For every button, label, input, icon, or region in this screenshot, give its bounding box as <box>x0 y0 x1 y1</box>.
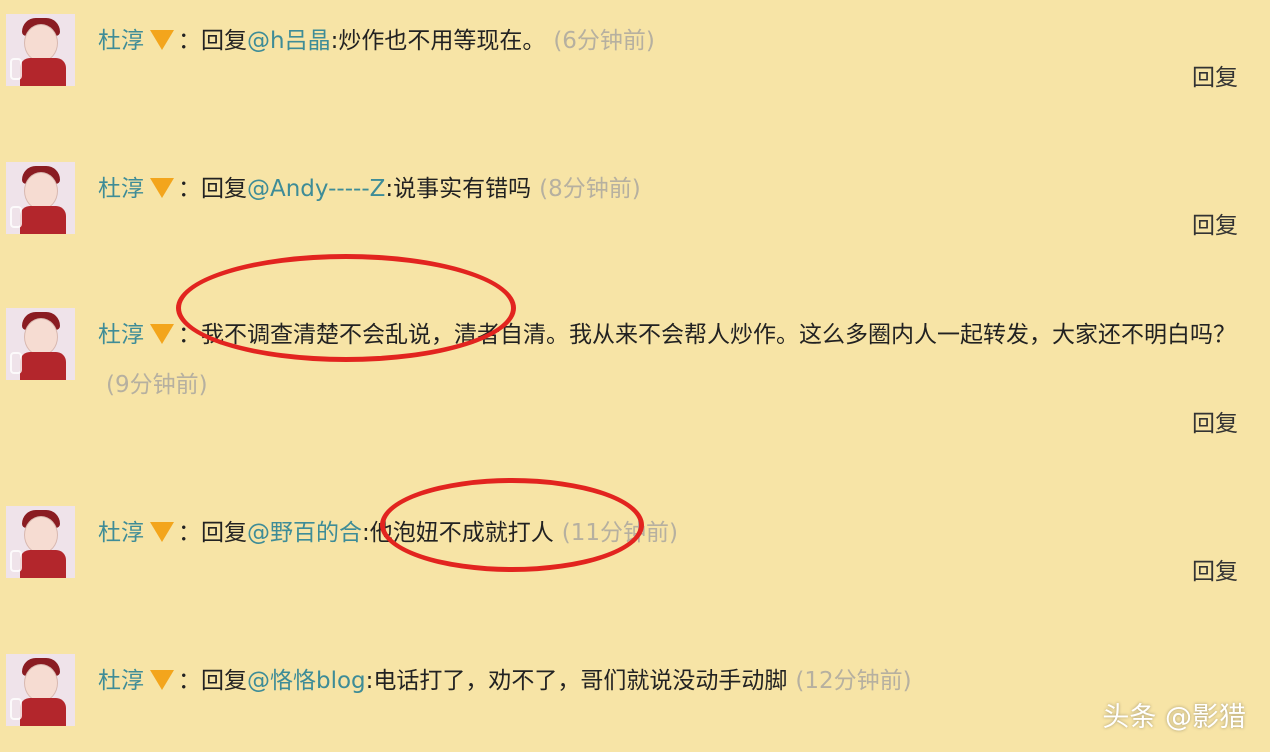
timestamp: (8分钟前) <box>539 176 641 202</box>
verified-v-icon <box>150 670 174 690</box>
mention-link[interactable]: @h吕晶 <box>247 28 331 54</box>
comment-body: 说事实有错吗 <box>393 176 532 202</box>
reply-prefix: 回复 <box>201 176 247 202</box>
verified-v-icon <box>150 178 174 198</box>
timestamp: (6分钟前) <box>553 28 655 54</box>
verified-v-icon <box>150 324 174 344</box>
timestamp: (9分钟前) <box>106 372 208 398</box>
avatar[interactable] <box>6 506 75 578</box>
colon: ： <box>178 322 201 348</box>
mention-link[interactable]: @野百的合 <box>247 520 362 546</box>
username-link[interactable]: 杜淳 <box>98 176 144 202</box>
avatar[interactable] <box>6 308 75 380</box>
reply-button[interactable]: 回复 <box>1192 58 1238 92</box>
avatar[interactable] <box>6 162 75 234</box>
reply-button[interactable]: 回复 <box>1192 206 1238 240</box>
comment-text-line: 杜淳 ：回复@Andy-----Z:说事实有错吗 (8分钟前) <box>98 164 1238 214</box>
timestamp: (11分钟前) <box>561 520 678 546</box>
avatar[interactable] <box>6 654 75 726</box>
comment-text-line: 杜淳 ：我不调查清楚不会乱说，清者自清。我从来不会帮人炒作。这么多圈内人一起转发，… <box>98 310 1238 410</box>
comment-body: 他泡妞不成就打人 <box>369 520 554 546</box>
comment-text-line: 杜淳 ：回复@h吕晶:炒作也不用等现在。 (6分钟前) <box>98 16 1238 66</box>
mention-link[interactable]: @Andy-----Z <box>247 176 385 202</box>
colon: ： <box>178 28 201 54</box>
reply-button[interactable]: 回复 <box>1192 552 1238 586</box>
comment-text-line: 杜淳 ：回复@野百的合:他泡妞不成就打人 (11分钟前) <box>98 508 1238 558</box>
username-link[interactable]: 杜淳 <box>98 520 144 546</box>
comment-text-line: 杜淳 ：回复@恪恪blog:电话打了，劝不了，哥们就说没动手动脚 (12分钟前) <box>98 656 1238 706</box>
username-link[interactable]: 杜淳 <box>98 668 144 694</box>
reply-prefix: 回复 <box>201 520 247 546</box>
colon: ： <box>178 668 201 694</box>
reply-button[interactable]: 回复 <box>1192 404 1238 438</box>
username-link[interactable]: 杜淳 <box>98 322 144 348</box>
verified-v-icon <box>150 522 174 542</box>
watermark: 头条 @影猎 <box>1102 702 1246 733</box>
reply-prefix: 回复 <box>201 28 247 54</box>
separator: : <box>362 520 370 546</box>
verified-v-icon <box>150 30 174 50</box>
avatar[interactable] <box>6 14 75 86</box>
reply-prefix: 回复 <box>201 668 247 694</box>
separator: : <box>385 176 394 202</box>
colon: ： <box>178 176 201 202</box>
colon: ： <box>178 520 201 546</box>
comment-body: 炒作也不用等现在。 <box>338 28 546 54</box>
timestamp: (12分钟前) <box>795 668 912 694</box>
mention-link[interactable]: @恪恪blog <box>247 668 366 694</box>
username-link[interactable]: 杜淳 <box>98 28 144 54</box>
comment-body: 电话打了，劝不了，哥们就说没动手动脚 <box>373 668 788 694</box>
comment-body: 我不调查清楚不会乱说，清者自清。我从来不会帮人炒作。这么多圈内人一起转发，大家还… <box>201 322 1236 348</box>
